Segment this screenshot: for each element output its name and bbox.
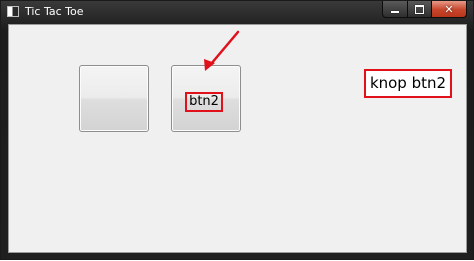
arrow-icon bbox=[204, 30, 240, 71]
app-window: Tic Tac Toe ✕ btn2 knop btn2 bbox=[0, 0, 474, 260]
